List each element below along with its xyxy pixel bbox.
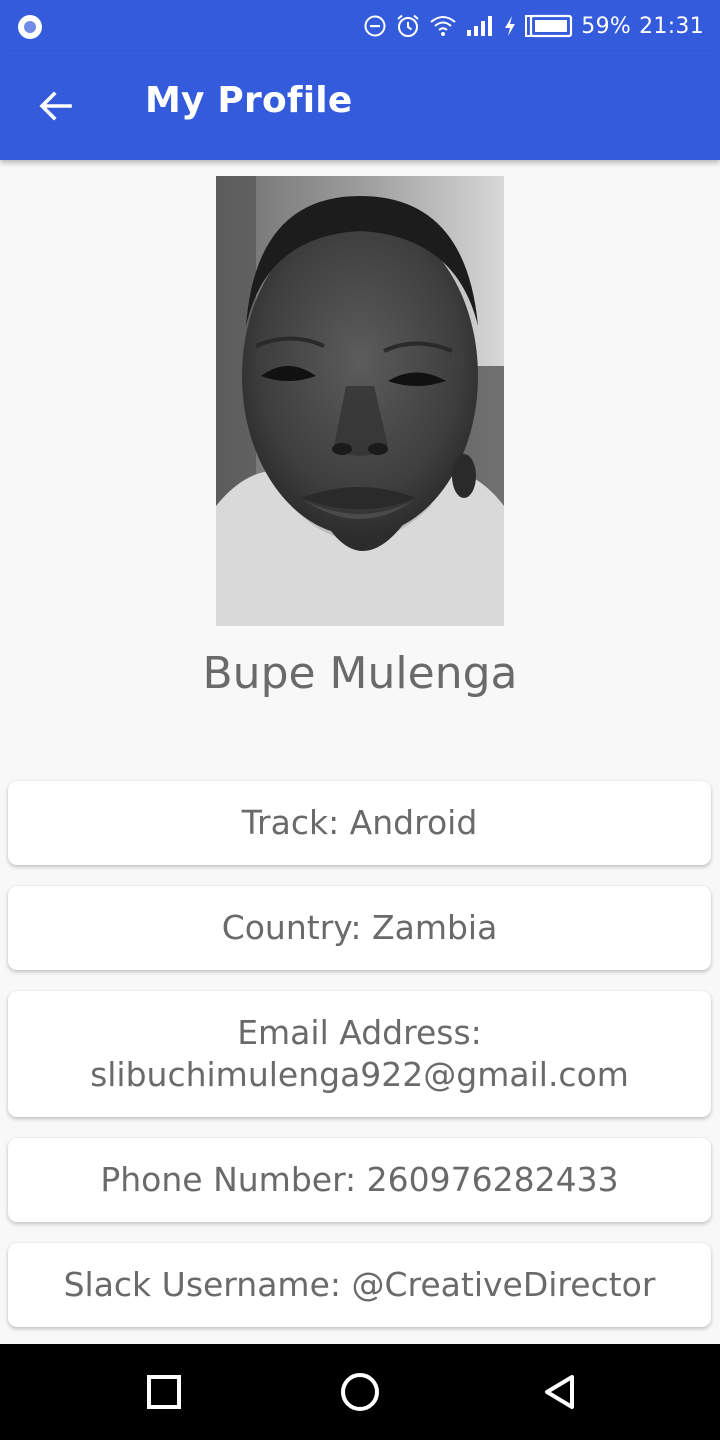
back-button[interactable]: [22, 74, 90, 138]
home-circle-icon: [341, 1373, 379, 1411]
email-value: slibuchimulenga922@gmail.com: [90, 1055, 629, 1094]
slack-text: Slack Username: @CreativeDirector: [63, 1265, 656, 1304]
clock: 21:31: [639, 13, 704, 39]
email-label: Email Address:: [237, 1013, 482, 1052]
profile-name: Bupe Mulenga: [202, 648, 518, 699]
slack-card: Slack Username: @CreativeDirector: [8, 1243, 711, 1327]
app-bar: My Profile: [0, 52, 720, 160]
track-card: Track: Android: [8, 781, 711, 865]
notification-dot-icon: [18, 15, 42, 39]
email-card: Email Address: slibuchimulenga922@gmail.…: [8, 991, 711, 1117]
recents-button[interactable]: [140, 1368, 188, 1416]
navigation-bar: [0, 1344, 720, 1440]
email-text: Email Address: slibuchimulenga922@gmail.…: [90, 1012, 629, 1096]
country-text: Country: Zambia: [221, 908, 498, 947]
signal-icon: [467, 16, 493, 36]
status-bar: 59% 21:31: [0, 0, 720, 52]
status-icons: 59% 21:31: [363, 10, 704, 42]
nav-back-button[interactable]: [536, 1368, 584, 1416]
wifi-icon: [430, 16, 456, 36]
battery-icon: [525, 14, 573, 38]
charging-icon: [505, 16, 516, 36]
recents-square-icon: [147, 1375, 181, 1409]
home-button[interactable]: [336, 1368, 384, 1416]
back-triangle-icon: [545, 1375, 574, 1409]
page-title: My Profile: [145, 80, 353, 121]
country-card: Country: Zambia: [8, 886, 711, 970]
phone-card: Phone Number: 260976282433: [8, 1138, 711, 1222]
profile-photo: [216, 176, 504, 626]
alarm-icon: [397, 14, 419, 37]
arrow-back-icon: [39, 91, 72, 121]
battery-percent: 59%: [581, 13, 632, 39]
track-text: Track: Android: [241, 803, 478, 842]
do-not-disturb-icon: [364, 15, 386, 37]
phone-text: Phone Number: 260976282433: [100, 1160, 619, 1199]
